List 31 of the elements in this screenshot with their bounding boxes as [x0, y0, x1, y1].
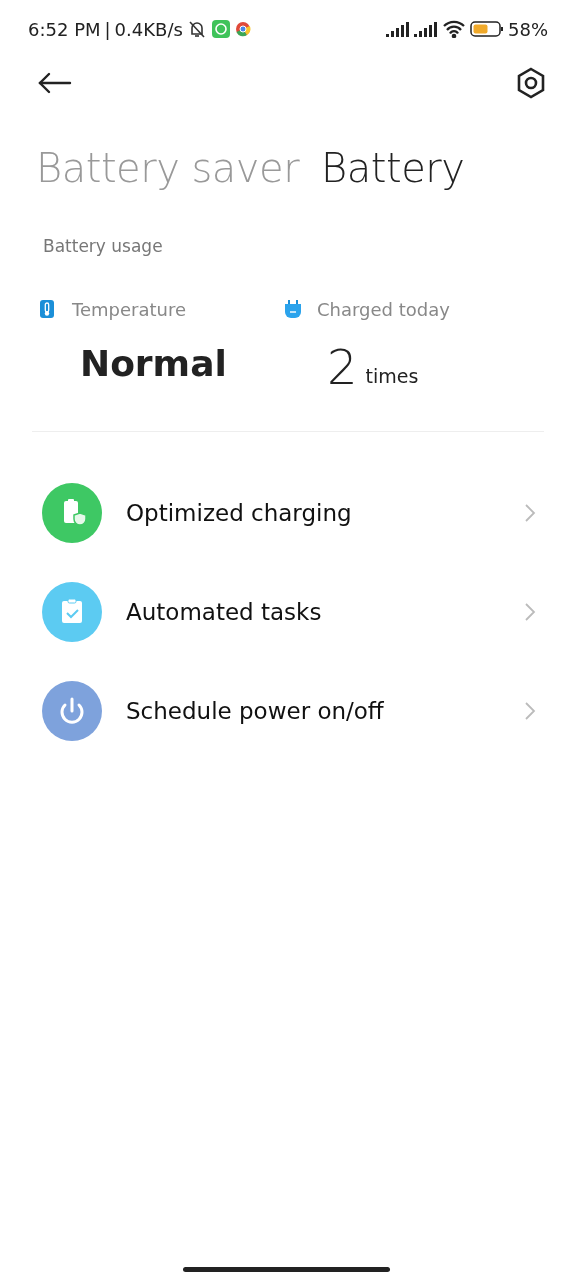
menu-item[interactable]: Schedule power on/off: [0, 661, 576, 761]
chevron-right-icon: [524, 701, 536, 721]
charging-icon: [42, 483, 102, 543]
plug-icon: [285, 300, 301, 318]
chat-app-icon: [210, 19, 231, 39]
thermometer-icon: [40, 300, 56, 318]
network-speed-text: 0.4KB/s: [114, 17, 183, 42]
chevron-right-icon: [524, 602, 536, 622]
clock-text: 6:52 PM: [28, 17, 101, 42]
settings-icon[interactable]: [516, 67, 546, 99]
chevron-right-icon: [524, 503, 536, 523]
section-title: Battery usage: [43, 236, 163, 256]
browser-app-icon: [234, 21, 251, 37]
muted-bell-icon: [186, 19, 207, 39]
tasks-icon: [42, 582, 102, 642]
menu-item[interactable]: Automated tasks: [0, 562, 576, 662]
wifi-icon: [442, 20, 466, 38]
battery-icon: [470, 20, 504, 38]
stat-label: Temperature: [72, 297, 187, 322]
stat-value: 2: [327, 342, 358, 391]
power-icon: [42, 681, 102, 741]
menu-item[interactable]: Optimized charging: [0, 463, 576, 563]
stat-unit: times: [365, 364, 419, 389]
back-arrow-icon[interactable]: [38, 72, 72, 94]
signal-icon: [386, 20, 410, 38]
stat-value: Normal: [80, 341, 227, 386]
signal-icon: [414, 20, 438, 38]
tab[interactable]: Battery: [321, 138, 465, 198]
stat-label: Charged today: [317, 297, 450, 322]
separator-text: |: [104, 17, 111, 42]
battery-percent-text: 58%: [508, 17, 548, 42]
